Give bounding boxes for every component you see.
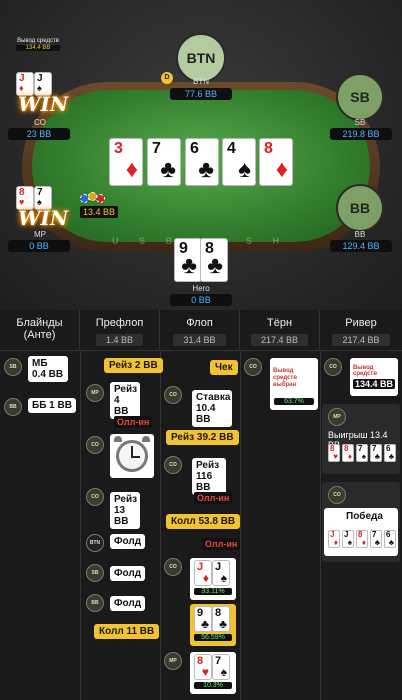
flop-raise-2: Рейз 116 BB	[192, 458, 226, 495]
flop-call: Колл 53.8 BB	[166, 514, 241, 529]
seat-btn[interactable]: BTN	[176, 33, 226, 83]
board-card-4: 4 ♠	[222, 138, 256, 186]
seat-sb[interactable]: SB	[336, 73, 384, 121]
flop-check: Чек	[210, 360, 238, 375]
river-co-pos: CO	[324, 358, 342, 376]
river-withdraw-label: Вывод средств	[353, 365, 378, 377]
blind-sb-pos: SB	[4, 358, 22, 376]
board-card-1: 3 ♦	[109, 138, 143, 186]
blind-bb-action: ББ 1 BB	[28, 398, 76, 413]
turn-withdraw-pct: 63.7%	[274, 398, 314, 405]
seat-bb-stack: 129.4 BB	[330, 240, 392, 252]
preflop-btn-action: Фолд	[110, 534, 146, 549]
flop-bet: Ставка 10.4 BB	[192, 390, 232, 427]
flop-allin-1: Олл-ин	[194, 492, 233, 504]
river-withdraw-amount: 134.4 BB	[353, 379, 395, 389]
chip-stack-icon	[80, 190, 108, 206]
flop-raise-1: Рейз 39.2 BB	[166, 430, 239, 445]
flop-allin-2: Олл-ин	[202, 538, 241, 550]
preflop-co-action: Рейз 13 BB	[110, 492, 140, 529]
mp-bet-amount: 13.4 BB	[80, 206, 118, 218]
preflop-co-pos: CO	[86, 436, 104, 454]
seat-btn-stack: 77.6 BB	[170, 88, 232, 100]
seat-btn-label: BTN	[193, 77, 209, 86]
col-preflop: Префлоп 1.4 BB	[80, 310, 160, 350]
river-mp-result: MP Выигрыш 13.4 BB 8♥ 8♦ 7♠ 7♣ 6♣	[322, 404, 400, 474]
withdraw-label: Вывод средств	[17, 38, 59, 44]
seat-mp-label: MP	[34, 230, 46, 239]
river-co-result: CO Победа J ♦ J ♠ 8 ♦ 7 ♣ 6 ♣	[322, 482, 400, 562]
withdraw-indicator: Вывод средств 134.4 BB	[8, 38, 68, 51]
seat-co[interactable]: J ♦ J ♠ WIN	[12, 72, 68, 118]
flop-co3-pos: CO	[164, 558, 182, 576]
col-flop: Флоп 31.4 BB	[160, 310, 240, 350]
flop-co-pos: CO	[164, 386, 182, 404]
board-card-2: 7 ♣	[147, 138, 181, 186]
col-turn: Тёрн 217.4 BB	[240, 310, 320, 350]
board-card-5: 8 ♦	[259, 138, 293, 186]
seat-bb[interactable]: BB	[336, 184, 384, 232]
flop-equity-mp: 8 ♥ 7 ♠ 10.3%	[190, 652, 236, 694]
seat-co-stack: 23 BB	[8, 128, 70, 140]
board-card-3: 6 ♣	[185, 138, 219, 186]
river-co-victory: Победа	[346, 511, 383, 522]
preflop-call: Колл 11 BB	[94, 624, 160, 639]
preflop-bb-action: Фолд	[110, 596, 146, 611]
flop-equity-co-pct: 33.11%	[194, 588, 232, 595]
flop-mp-pos: MP	[164, 652, 182, 670]
preflop-sb-action: Фолд	[110, 566, 146, 581]
flop-equity-mp-pct: 10.3%	[194, 682, 232, 689]
flop-equity-hero: 9 ♣ 8 ♣ 56.59%	[190, 604, 236, 646]
col-river: Ривер 217.4 BB	[320, 310, 402, 350]
hero-label: Hero	[192, 284, 210, 293]
seat-sb-stack: 219.8 BB	[330, 128, 392, 140]
blind-sb-action: МБ 0.4 BB	[28, 356, 68, 382]
flop-co2-pos: CO	[164, 456, 182, 474]
poker-table-area: U S B C A S H Вывод средств 134.4 BB BTN…	[0, 0, 402, 310]
river-withdraw-card: Вывод средств 134.4 BB	[350, 358, 398, 396]
turn-withdraw-text: Вывод средств выбран	[273, 368, 298, 388]
hand-history-panel: Блайнды (Анте) Префлоп 1.4 BB Флоп 31.4 …	[0, 310, 402, 700]
preflop-mp-action: Рейз 4 BB	[110, 382, 140, 419]
turn-withdraw-card: Вывод средств выбран 63.7%	[270, 358, 318, 410]
preflop-bb-pos: BB	[86, 594, 104, 612]
flop-equity-hero-pct: 56.59%	[194, 634, 232, 641]
timer-clock-icon	[110, 434, 154, 478]
withdraw-amount: 134.4 BB	[16, 45, 60, 51]
preflop-mp-pos: MP	[86, 384, 104, 402]
preflop-btn-pos: BTN	[86, 534, 104, 552]
seat-bb-label: BB	[354, 230, 366, 239]
col-blinds: Блайнды (Анте)	[0, 310, 80, 350]
turn-co-pos: CO	[244, 358, 262, 376]
river-co2-pos: CO	[328, 486, 346, 504]
preflop-sb-pos: SB	[86, 564, 104, 582]
seat-co-label: CO	[34, 118, 46, 127]
flop-equity-co: J ♦ J ♠ 33.11%	[190, 558, 236, 600]
hero-card-1: 9 ♣	[174, 238, 202, 282]
co-win-badge: WIN	[18, 92, 69, 116]
river-mp-pos: MP	[328, 408, 346, 426]
mp-win-badge: WIN	[18, 206, 69, 230]
seat-mp-stack: 0 BB	[8, 240, 70, 252]
seat-mp[interactable]: 8 ♥ 7 ♠ WIN	[12, 186, 68, 232]
preflop-co2-pos: CO	[86, 488, 104, 506]
blind-bb-pos: BB	[4, 398, 22, 416]
preflop-mp-allin: Олл-ин	[114, 416, 153, 428]
hero-card-2: 8 ♣	[200, 238, 228, 282]
seat-sb-label: SB	[354, 118, 366, 127]
preflop-raise-1: Рейз 2 BB	[104, 358, 163, 373]
hero-stack: 0 BB	[170, 294, 232, 306]
